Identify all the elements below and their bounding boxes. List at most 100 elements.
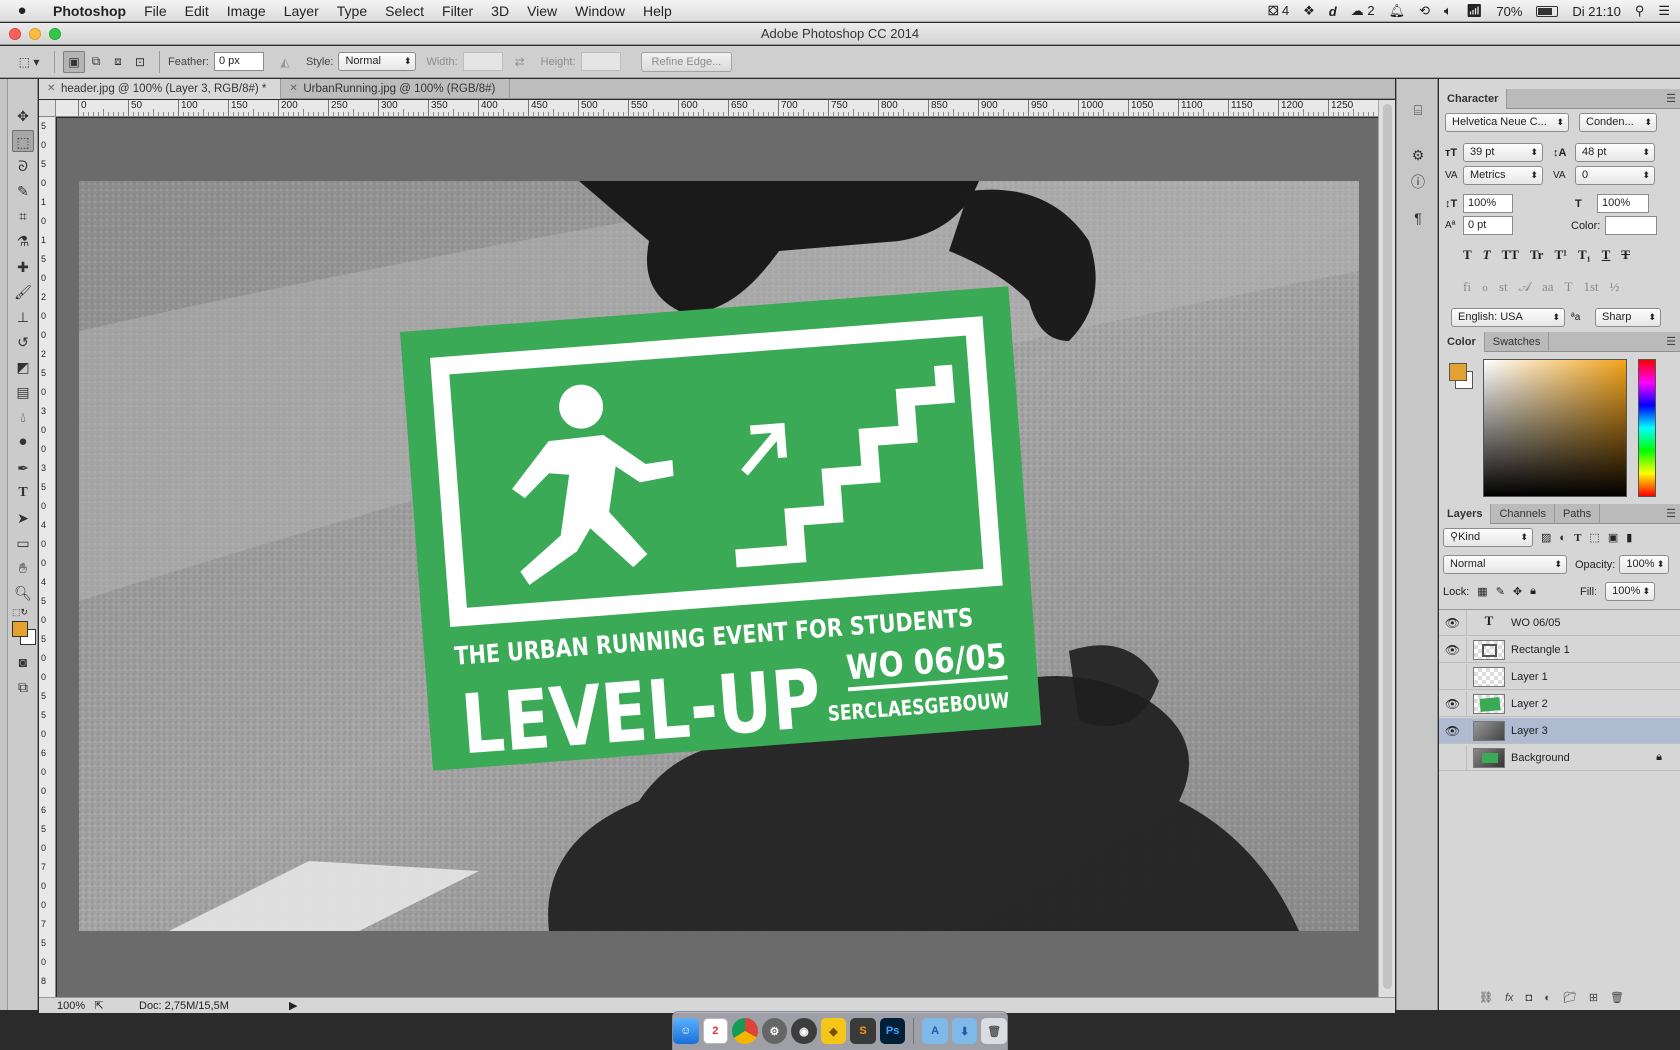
small-caps-icon[interactable]: Tr: [1530, 247, 1543, 263]
tab-urbanrunning-jpg[interactable]: ✕ UrbanRunning.jpg @ 100% (RGB/8#): [281, 79, 511, 99]
panel-menu-icon[interactable]: ☰: [1666, 89, 1676, 109]
downloads-folder-icon[interactable]: ⬇: [951, 1018, 978, 1044]
height-input[interactable]: [580, 52, 621, 71]
menu-type[interactable]: Type: [328, 3, 376, 19]
dashlane-icon[interactable]: d: [1329, 4, 1337, 19]
subtract-from-selection-icon[interactable]: ⧈: [107, 51, 129, 73]
cyberduck-icon[interactable]: ◆: [820, 1018, 847, 1044]
status-menu-arrow-icon[interactable]: ▶: [289, 999, 297, 1012]
layer-row-layer-1[interactable]: 👁︎ Layer 1: [1439, 663, 1680, 690]
battery-icon[interactable]: [1536, 5, 1559, 17]
style-select[interactable]: Normal: [338, 52, 417, 71]
horizontal-scale-input[interactable]: 100%: [1597, 194, 1649, 213]
horizontal-ruler[interactable]: 0 50 100 150 200 250 300 350 400 450 500 550 600 650 7…: [56, 100, 1378, 117]
crop-tool-icon[interactable]: ⌗: [12, 205, 34, 227]
layer-row-layer-3[interactable]: 👁︎ Layer 3: [1439, 717, 1680, 744]
path-selection-tool-icon[interactable]: ➤: [12, 507, 34, 529]
trash-icon[interactable]: 🗑︎: [981, 1018, 1008, 1044]
lock-image-icon[interactable]: ✎: [1496, 585, 1505, 598]
lock-position-icon[interactable]: ✥: [1513, 585, 1522, 598]
fractions-icon[interactable]: ½: [1610, 279, 1620, 295]
spot-healing-tool-icon[interactable]: ✚: [12, 256, 34, 278]
hand-tool-icon[interactable]: ✋︎: [12, 557, 34, 579]
ruler-origin[interactable]: [39, 100, 56, 117]
panel-menu-icon[interactable]: ☰: [1666, 504, 1676, 524]
refine-edge-button[interactable]: Refine Edge...: [640, 51, 733, 72]
clock[interactable]: Di 21:10: [1572, 4, 1620, 19]
tab-paths[interactable]: Paths: [1555, 504, 1601, 524]
tab-header-jpg[interactable]: ✕ header.jpg @ 100% (Layer 3, RGB/8#) *: [39, 79, 282, 99]
width-input[interactable]: [462, 52, 503, 71]
finder-icon[interactable]: ☺: [672, 1018, 699, 1044]
chrome-icon[interactable]: [732, 1018, 758, 1044]
close-tab-icon[interactable]: ✕: [47, 79, 55, 99]
blend-mode-select[interactable]: Normal: [1443, 555, 1567, 574]
layer-filter-select[interactable]: ⚲Kind: [1443, 528, 1533, 547]
dropbox-icon[interactable]: ❖: [1303, 3, 1315, 19]
close-tab-icon[interactable]: ✕: [289, 79, 297, 99]
menu-window[interactable]: Window: [566, 3, 634, 19]
add-to-selection-icon[interactable]: ⧉: [85, 51, 107, 73]
lasso-tool-icon[interactable]: ᘐ: [12, 155, 34, 177]
volume-icon[interactable]: 🔈︎: [1444, 3, 1452, 19]
calendar-icon[interactable]: 2: [702, 1018, 729, 1044]
eyedropper-tool-icon[interactable]: ⚗: [12, 230, 34, 252]
scrollbar-thumb[interactable]: [1383, 104, 1392, 989]
time-machine-icon[interactable]: ⟲: [1419, 3, 1430, 19]
quick-selection-tool-icon[interactable]: ✎: [12, 180, 34, 202]
adobe-status-icon[interactable]: ⛋ 4: [1268, 3, 1289, 19]
swap-width-height-icon[interactable]: ⇄: [509, 51, 531, 73]
opacity-input[interactable]: 100%: [1619, 555, 1670, 574]
visibility-eye-icon[interactable]: 👁︎: [1439, 744, 1467, 771]
menu-image[interactable]: Image: [218, 3, 275, 19]
contextual-alternates-icon[interactable]: st: [1499, 279, 1508, 295]
screen-mode-icon[interactable]: ⧉: [12, 676, 34, 698]
new-selection-icon[interactable]: ▣: [63, 50, 85, 73]
visibility-eye-icon[interactable]: 👁︎: [1439, 636, 1467, 663]
font-family-select[interactable]: Helvetica Neue C...: [1445, 113, 1569, 132]
layer-row-rectangle-1[interactable]: 👁︎ Rectangle 1: [1439, 636, 1680, 663]
intersect-selection-icon[interactable]: ⊡: [129, 51, 151, 73]
menu-select[interactable]: Select: [376, 3, 433, 19]
filter-pixel-icon[interactable]: ▨: [1541, 531, 1551, 544]
tools-collapse-strip[interactable]: [0, 79, 8, 1010]
filter-type-icon[interactable]: T: [1574, 532, 1581, 544]
lock-transparent-icon[interactable]: ▦: [1477, 585, 1487, 598]
creative-cloud-icon[interactable]: ☁ 2: [1351, 3, 1375, 19]
eraser-tool-icon[interactable]: ◩: [12, 356, 34, 378]
kerning-select[interactable]: Metrics: [1463, 166, 1543, 185]
visibility-eye-icon[interactable]: 👁︎: [1439, 717, 1467, 744]
history-panel-icon[interactable]: ⌸: [1407, 99, 1429, 121]
new-adjustment-icon[interactable]: ◐: [1544, 992, 1551, 1004]
strikethrough-icon[interactable]: T: [1621, 247, 1630, 263]
vertical-ruler[interactable]: 5 0 5 0 1 0 1 5 0 2 0 0 2 5 0 3 0 0 3 5 0 4 0 0 4 5 0 5 0 0 5 5 0 6 0 0 6 5 0 7…: [39, 117, 56, 997]
notification-bell-icon[interactable]: 🔔︎: [1389, 3, 1406, 19]
move-tool-icon[interactable]: ✥: [12, 105, 34, 127]
visibility-eye-icon[interactable]: 👁︎: [1439, 663, 1467, 690]
faux-italic-icon[interactable]: T: [1483, 247, 1491, 263]
menu-filter[interactable]: Filter: [433, 3, 482, 19]
menu-3d[interactable]: 3D: [482, 3, 518, 19]
foreground-color-swatch[interactable]: [12, 621, 28, 637]
wifi-icon[interactable]: 📶︎: [1466, 3, 1483, 19]
menu-app[interactable]: Photoshop: [44, 3, 135, 19]
all-caps-icon[interactable]: TT: [1502, 247, 1519, 263]
filter-smart-object-icon[interactable]: ▣: [1608, 531, 1618, 544]
tab-color[interactable]: Color: [1439, 332, 1485, 352]
delete-layer-icon[interactable]: 🗑︎: [1610, 991, 1624, 1004]
zoom-tool-icon[interactable]: 🔍︎: [12, 582, 34, 604]
tab-channels[interactable]: Channels: [1491, 504, 1555, 524]
filter-shape-icon[interactable]: ⬚: [1589, 531, 1599, 544]
color-foreground-swatch[interactable]: [1449, 363, 1467, 381]
menu-help[interactable]: Help: [634, 3, 681, 19]
quick-mask-icon[interactable]: ◙: [12, 651, 34, 673]
close-window-icon[interactable]: [9, 28, 21, 40]
pen-tool-icon[interactable]: ✒: [12, 457, 34, 479]
rectangular-marquee-tool-icon[interactable]: ⬚: [12, 130, 34, 152]
titling-alternates-icon[interactable]: T: [1565, 279, 1573, 295]
sublime-text-icon[interactable]: S: [850, 1018, 876, 1044]
brush-tool-icon[interactable]: 🖌︎: [12, 281, 34, 303]
new-group-icon[interactable]: 📁︎: [1563, 991, 1577, 1004]
vertical-scale-input[interactable]: 100%: [1463, 194, 1513, 213]
filter-toggle-icon[interactable]: ▮: [1626, 531, 1632, 544]
